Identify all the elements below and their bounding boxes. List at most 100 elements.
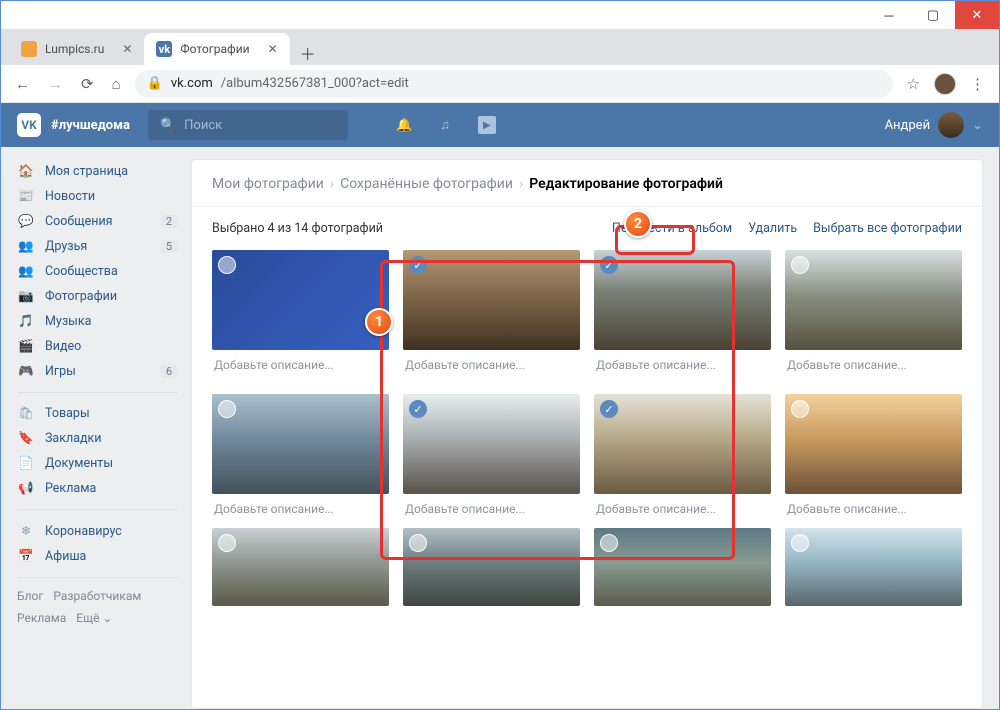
- photo-thumbnail[interactable]: ✓: [594, 250, 771, 350]
- profile-avatar[interactable]: [934, 73, 956, 95]
- chevron-right-icon: ›: [519, 176, 523, 192]
- footer-link[interactable]: Блог: [17, 586, 43, 608]
- nav-back-button[interactable]: ←: [11, 71, 34, 97]
- sidebar-item[interactable]: ❄ Коронавирус: [17, 518, 177, 544]
- browser-tab[interactable]: Lumpics.ru ✕: [9, 33, 144, 65]
- photo-description-input[interactable]: Добавьте описание...: [594, 350, 771, 380]
- window-min-button[interactable]: ─: [867, 1, 911, 29]
- vk-hashtag[interactable]: #лучшедома: [51, 118, 130, 133]
- sidebar-item[interactable]: 📰 Новости: [17, 184, 177, 209]
- sidebar-item[interactable]: 🎮 Игры 6: [17, 359, 177, 384]
- search-icon: 🔍: [160, 118, 176, 133]
- select-all-button[interactable]: Выбрать все фотографии: [813, 221, 962, 236]
- sidebar-icon: 👥: [17, 239, 35, 254]
- photo-select-checkbox[interactable]: [791, 534, 809, 552]
- sidebar-item[interactable]: 📷 Фотографии: [17, 284, 177, 309]
- sidebar-item[interactable]: 👥 Сообщества: [17, 259, 177, 284]
- tab-title: Фотографии: [180, 42, 249, 56]
- photo-description-input[interactable]: Добавьте описание...: [785, 350, 962, 380]
- breadcrumb-link[interactable]: Сохранённые фотографии: [340, 176, 513, 192]
- sidebar-item-label: Реклама: [45, 481, 96, 496]
- sidebar-item[interactable]: 🎵 Музыка: [17, 309, 177, 334]
- nav-forward-button[interactable]: →: [44, 71, 67, 97]
- nav-reload-button[interactable]: ⟳: [77, 71, 98, 97]
- photo-select-checkbox[interactable]: [218, 256, 236, 274]
- sidebar-item[interactable]: 👥 Друзья 5: [17, 234, 177, 259]
- delete-button[interactable]: Удалить: [748, 221, 797, 236]
- footer-link[interactable]: Ещё ⌄: [76, 608, 112, 630]
- photo-card: ✓ Добавьте описание...: [403, 394, 580, 524]
- photo-select-checkbox[interactable]: [791, 400, 809, 418]
- sidebar-item[interactable]: 💬 Сообщения 2: [17, 209, 177, 234]
- photo-select-checkbox[interactable]: [218, 400, 236, 418]
- photo-thumbnail[interactable]: [594, 528, 771, 606]
- photo-thumbnail[interactable]: [785, 528, 962, 606]
- photo-select-checkbox[interactable]: [791, 256, 809, 274]
- sidebar-item[interactable]: 🎬 Видео: [17, 334, 177, 359]
- annotation-marker: 2: [624, 210, 652, 238]
- photo-description-input[interactable]: Добавьте описание...: [212, 350, 389, 380]
- sidebar-item[interactable]: 🛍 Товары: [17, 401, 177, 426]
- new-tab-button[interactable]: ＋: [290, 41, 326, 65]
- photo-select-checkbox[interactable]: [409, 534, 427, 552]
- vk-logo-icon[interactable]: VK: [17, 113, 41, 137]
- sidebar-item[interactable]: 📄 Документы: [17, 451, 177, 476]
- browser-tab-active[interactable]: vk Фотографии ✕: [144, 33, 289, 65]
- photo-description-input[interactable]: Добавьте описание...: [403, 494, 580, 524]
- sidebar-item[interactable]: 📢 Реклама: [17, 476, 177, 501]
- sidebar-item-label: Музыка: [45, 314, 91, 329]
- photo-description-input[interactable]: Добавьте описание...: [785, 494, 962, 524]
- sidebar-item-label: Товары: [45, 406, 90, 421]
- photo-thumbnail[interactable]: [785, 250, 962, 350]
- url-field[interactable]: 🔒 vk.com/album432567381_000?act=edit: [135, 70, 893, 98]
- photo-thumbnail[interactable]: ✓: [403, 250, 580, 350]
- photo-select-checkbox[interactable]: ✓: [409, 400, 427, 418]
- photo-select-checkbox[interactable]: [600, 534, 618, 552]
- vk-search-input[interactable]: 🔍 Поиск: [148, 110, 348, 140]
- tab-close-icon[interactable]: ✕: [268, 42, 278, 56]
- photo-thumbnail[interactable]: ✓: [594, 394, 771, 494]
- photo-thumbnail[interactable]: [212, 528, 389, 606]
- browser-addressbar: ← → ⟳ ⌂ 🔒 vk.com/album432567381_000?act=…: [1, 65, 999, 103]
- sidebar-icon: 📢: [17, 481, 35, 496]
- footer-link[interactable]: Реклама: [17, 608, 66, 630]
- breadcrumb-link[interactable]: Мои фотографии: [212, 176, 324, 192]
- photo-thumbnail[interactable]: [212, 394, 389, 494]
- sidebar-item[interactable]: 🏠 Моя страница: [17, 159, 177, 184]
- nav-home-button[interactable]: ⌂: [108, 71, 125, 97]
- sidebar-item[interactable]: 🔖 Закладки: [17, 426, 177, 451]
- photo-grid: Добавьте описание... ✓ Добавьте описание…: [212, 250, 962, 524]
- photo-description-input[interactable]: Добавьте описание...: [403, 350, 580, 380]
- photo-select-checkbox[interactable]: ✓: [409, 256, 427, 274]
- photo-card: ✓ Добавьте описание...: [594, 250, 771, 380]
- photo-description-input[interactable]: Добавьте описание...: [212, 494, 389, 524]
- vk-user-menu[interactable]: Андрей ⌄: [885, 112, 983, 138]
- photo-select-checkbox[interactable]: ✓: [600, 400, 618, 418]
- photo-thumbnail[interactable]: [212, 250, 389, 350]
- play-icon[interactable]: ▶: [478, 116, 496, 134]
- photo-card: ✓ Добавьте описание...: [403, 250, 580, 380]
- photo-card: [594, 528, 771, 606]
- photo-description-input[interactable]: Добавьте описание...: [594, 494, 771, 524]
- sidebar-badge: 5: [161, 240, 177, 253]
- selection-count: Выбрано 4 из 14 фотографий: [212, 221, 383, 236]
- sidebar-item-label: Новости: [45, 189, 95, 204]
- sidebar-item-label: Друзья: [45, 239, 87, 254]
- photo-thumbnail[interactable]: [785, 394, 962, 494]
- photo-thumbnail[interactable]: ✓: [403, 394, 580, 494]
- music-icon[interactable]: ♫: [440, 117, 450, 133]
- sidebar-item-label: Закладки: [45, 431, 102, 446]
- photo-select-checkbox[interactable]: ✓: [600, 256, 618, 274]
- favorite-button[interactable]: ☆: [903, 71, 924, 97]
- window-max-button[interactable]: ▢: [911, 1, 955, 29]
- sidebar-item[interactable]: 📅 Афиша: [17, 544, 177, 569]
- photo-select-checkbox[interactable]: [218, 534, 236, 552]
- photo-toolbar: Выбрано 4 из 14 фотографий Перенести в а…: [212, 221, 962, 236]
- tab-close-icon[interactable]: ✕: [122, 42, 132, 56]
- tab-favicon-icon: [21, 41, 37, 57]
- footer-link[interactable]: Разработчикам: [53, 586, 141, 608]
- photo-thumbnail[interactable]: [403, 528, 580, 606]
- notifications-icon[interactable]: 🔔: [396, 118, 412, 133]
- window-close-button[interactable]: ✕: [955, 1, 999, 29]
- browser-menu-button[interactable]: ⋮: [966, 71, 989, 97]
